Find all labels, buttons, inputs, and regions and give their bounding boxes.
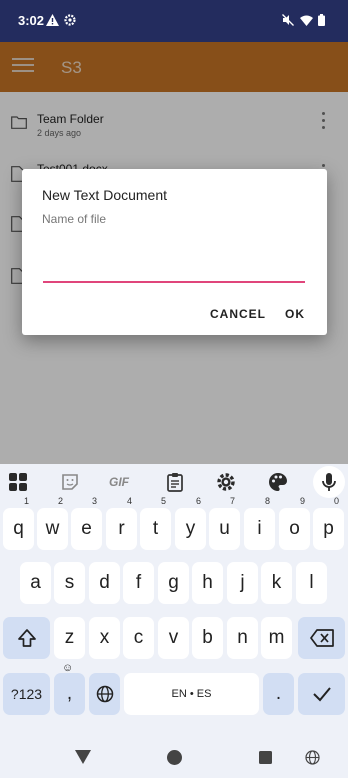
shift-icon — [17, 629, 36, 647]
wifi-icon — [300, 13, 313, 31]
status-time: 3:02 — [18, 13, 45, 28]
home-icon[interactable] — [167, 750, 182, 770]
key-b[interactable]: b — [192, 617, 223, 659]
file-name-input[interactable] — [43, 257, 305, 283]
system-nav-bar — [0, 728, 348, 778]
key-r[interactable]: r4 — [106, 497, 137, 550]
emoji-comma-key[interactable]: ☺ , — [54, 663, 85, 715]
key-label: e — [81, 518, 92, 539]
back-icon[interactable] — [75, 750, 91, 769]
mute-icon — [282, 13, 294, 31]
key-k[interactable]: k — [261, 562, 292, 604]
key-hint: 8 — [264, 496, 270, 506]
key-w[interactable]: w2 — [37, 497, 68, 550]
battery-icon — [318, 13, 325, 31]
key-label: y — [185, 518, 196, 539]
key-hint: 5 — [160, 496, 166, 506]
globe-icon — [96, 685, 113, 703]
key-g[interactable]: g — [158, 562, 189, 604]
key-p[interactable]: p0 — [313, 497, 344, 550]
apps-icon[interactable] — [8, 472, 28, 492]
done-key[interactable] — [298, 673, 345, 715]
key-hint: 7 — [229, 496, 235, 506]
key-a[interactable]: a — [20, 562, 51, 604]
recents-icon[interactable] — [259, 751, 272, 769]
key-d[interactable]: d — [89, 562, 120, 604]
key-u[interactable]: u7 — [209, 497, 240, 550]
ok-button[interactable]: OK — [285, 307, 305, 321]
dialog-title: New Text Document — [42, 187, 168, 203]
key-hint: 0 — [333, 496, 339, 506]
backspace-icon — [309, 629, 334, 647]
clipboard-icon[interactable] — [165, 472, 185, 492]
checkmark-icon — [312, 687, 331, 702]
period-key[interactable]: . — [263, 673, 294, 715]
soft-keyboard: GIF q1 w2 e3 r4 t5 y6 u7 i8 o9 p0 a s d … — [0, 464, 348, 728]
key-f[interactable]: f — [123, 562, 154, 604]
key-i[interactable]: i8 — [244, 497, 275, 550]
symbols-key[interactable]: ?123 — [3, 673, 50, 715]
gif-icon[interactable]: GIF — [109, 472, 135, 492]
key-e[interactable]: e3 — [71, 497, 102, 550]
space-key[interactable]: EN • ES — [124, 673, 259, 715]
key-label: p — [323, 518, 334, 539]
mic-icon[interactable] — [313, 466, 345, 498]
key-hint: 3 — [91, 496, 97, 506]
key-v[interactable]: v — [158, 617, 189, 659]
key-label: i — [257, 518, 262, 539]
key-h[interactable]: h — [192, 562, 223, 604]
key-j[interactable]: j — [227, 562, 258, 604]
key-label: o — [289, 518, 300, 539]
palette-icon[interactable] — [268, 472, 288, 492]
language-icon[interactable] — [305, 750, 320, 770]
new-document-dialog: New Text Document Name of file Cancel OK — [22, 169, 327, 335]
key-hint: 9 — [299, 496, 305, 506]
dialog-field-label: Name of file — [42, 212, 107, 226]
emoji-icon: ☺ — [62, 662, 74, 674]
key-hint: 2 — [57, 496, 63, 506]
cancel-button[interactable]: Cancel — [210, 307, 266, 321]
settings-icon[interactable] — [216, 472, 236, 492]
sticker-icon[interactable] — [60, 472, 80, 492]
settings-icon — [64, 13, 76, 31]
key-hint: 4 — [126, 496, 132, 506]
keyboard-toolbar: GIF — [0, 464, 348, 499]
warning-icon — [46, 13, 59, 31]
key-s[interactable]: s — [54, 562, 85, 604]
key-l[interactable]: l — [296, 562, 327, 604]
key-o[interactable]: o9 — [279, 497, 310, 550]
key-n[interactable]: n — [227, 617, 258, 659]
key-q[interactable]: q1 — [3, 497, 34, 550]
key-label: w — [45, 518, 60, 539]
language-key[interactable] — [89, 673, 120, 715]
backspace-key[interactable] — [298, 617, 345, 659]
key-t[interactable]: t5 — [140, 497, 171, 550]
key-label: r — [118, 518, 125, 539]
status-bar: 3:02 — [0, 0, 348, 42]
shift-key[interactable] — [3, 617, 50, 659]
key-label: u — [219, 518, 230, 539]
key-label: q — [13, 518, 24, 539]
key-label: t — [152, 518, 159, 539]
key-z[interactable]: z — [54, 617, 85, 659]
comma-label: , — [66, 683, 73, 704]
key-hint: 1 — [23, 496, 29, 506]
key-y[interactable]: y6 — [175, 497, 206, 550]
key-c[interactable]: c — [123, 617, 154, 659]
key-hint: 6 — [195, 496, 201, 506]
key-m[interactable]: m — [261, 617, 292, 659]
key-x[interactable]: x — [89, 617, 120, 659]
